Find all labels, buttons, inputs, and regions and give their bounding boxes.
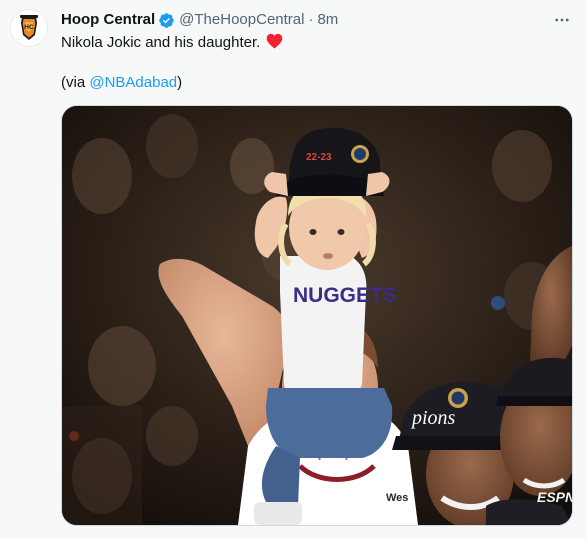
red-heart-icon	[267, 33, 283, 49]
tweet-header: Hoop Central @TheHoopCentral · 8m	[61, 10, 338, 30]
tweet-timestamp[interactable]: 8m	[317, 10, 338, 30]
tweet-card[interactable]: HC Hoop Central @TheHoopCentral · 8m Nik…	[0, 0, 586, 539]
author-display-name[interactable]: Hoop Central	[61, 10, 155, 30]
more-dots-icon	[555, 18, 569, 22]
author-avatar[interactable]: HC	[10, 9, 48, 47]
verified-badge-icon[interactable]	[158, 12, 175, 29]
photo-illustration: Wes NUGGETS 22-23 pions ESPN	[62, 106, 572, 525]
hoop-central-logo-icon: HC	[11, 10, 47, 46]
credit-close: )	[177, 74, 183, 91]
shirt-text: NUGGETS	[293, 284, 397, 307]
avatar-initials: HC	[24, 24, 34, 31]
tweet-media-photo[interactable]: Wes NUGGETS 22-23 pions ESPN	[61, 105, 573, 526]
jersey-text: Wes	[386, 492, 408, 504]
credit-open: (via	[61, 74, 90, 91]
side-cap-text: pions	[410, 407, 456, 429]
credit-mention-link[interactable]: @NBAdabad	[89, 74, 177, 91]
tweet-text-body: Nikola Jokic and his daughter.	[61, 34, 261, 51]
tweet-credit: (via @NBAdabad)	[61, 73, 182, 93]
cap-text: 22-23	[306, 152, 332, 163]
author-handle[interactable]: @TheHoopCentral	[179, 10, 304, 30]
header-separator: ·	[308, 11, 314, 28]
tweet-text: Nikola Jokic and his daughter.	[61, 33, 283, 53]
more-options-button[interactable]	[552, 10, 572, 30]
espn-watermark: ESPN	[537, 489, 572, 505]
